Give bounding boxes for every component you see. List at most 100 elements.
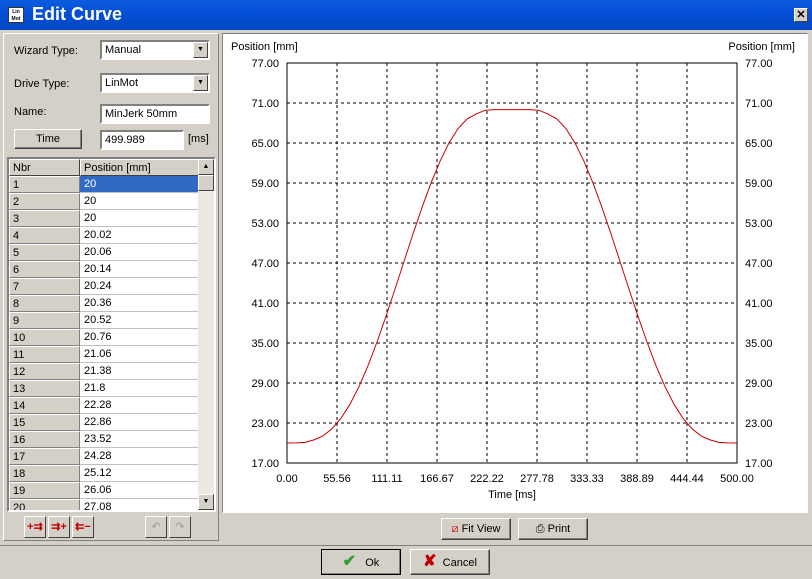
- y-tick-label-left: 71.00: [251, 98, 279, 110]
- position-cell[interactable]: 26.06: [80, 482, 201, 499]
- wizard-type-select[interactable]: Manual ▼: [100, 40, 210, 60]
- position-cell[interactable]: 21.8: [80, 380, 201, 397]
- position-cell[interactable]: 20: [80, 210, 201, 227]
- row-number-cell[interactable]: 1: [9, 176, 80, 193]
- name-input[interactable]: MinJerk 50mm: [100, 104, 210, 124]
- table-row[interactable]: 14 22.28: [9, 397, 201, 414]
- table-row[interactable]: 12 21.38: [9, 363, 201, 380]
- position-cell[interactable]: 20: [80, 176, 201, 193]
- table-row[interactable]: 10 20.76: [9, 329, 201, 346]
- row-number-cell[interactable]: 12: [9, 363, 80, 380]
- chevron-down-icon[interactable]: ▼: [193, 75, 208, 91]
- row-number-cell[interactable]: 13: [9, 380, 80, 397]
- x-tick-label: 55.56: [323, 473, 351, 485]
- table-row[interactable]: 16 23.52: [9, 431, 201, 448]
- row-number-cell[interactable]: 4: [9, 227, 80, 244]
- x-tick-label: 277.78: [520, 473, 554, 485]
- cancel-label: Cancel: [442, 557, 477, 569]
- row-number-cell[interactable]: 10: [9, 329, 80, 346]
- table-row[interactable]: 8 20.36: [9, 295, 201, 312]
- table-vertical-scrollbar[interactable]: ▲ ▼: [198, 159, 214, 510]
- x-tick-label: 444.44: [670, 473, 704, 485]
- row-number-cell[interactable]: 16: [9, 431, 80, 448]
- y-tick-labels-right: 17.00 23.00 29.00 35.00 41.00 47.00 53.00 59.00…: [745, 58, 773, 470]
- print-button[interactable]: ⎙ Print: [518, 518, 588, 540]
- table-row[interactable]: 3 20: [9, 210, 201, 227]
- drive-type-select[interactable]: LinMot ▼: [100, 73, 210, 93]
- table-row[interactable]: 7 20.24: [9, 278, 201, 295]
- position-cell[interactable]: 21.38: [80, 363, 201, 380]
- column-header-position[interactable]: Position [mm]: [80, 159, 201, 176]
- insert-row-before-icon[interactable]: +⇉: [24, 516, 46, 538]
- y-tick-label-right: 77.00: [745, 58, 773, 70]
- table-row[interactable]: 15 22.86: [9, 414, 201, 431]
- delete-row-icon[interactable]: ⇇−: [72, 516, 94, 538]
- y-axis-label-right: Position [mm]: [728, 41, 795, 53]
- row-number-cell[interactable]: 19: [9, 482, 80, 499]
- row-number-cell[interactable]: 17: [9, 448, 80, 465]
- position-cell[interactable]: 23.52: [80, 431, 201, 448]
- print-label: Print: [547, 523, 571, 535]
- position-cell[interactable]: 20: [80, 193, 201, 210]
- table-row[interactable]: 5 20.06: [9, 244, 201, 261]
- undo-icon[interactable]: ↶: [145, 516, 167, 538]
- row-number-cell[interactable]: 7: [9, 278, 80, 295]
- scroll-thumb[interactable]: [198, 175, 214, 191]
- y-tick-label-right: 59.00: [745, 178, 773, 190]
- cancel-button[interactable]: ✘ Cancel: [410, 549, 490, 575]
- row-number-cell[interactable]: 5: [9, 244, 80, 261]
- position-cell[interactable]: 22.86: [80, 414, 201, 431]
- table-row[interactable]: 17 24.28: [9, 448, 201, 465]
- redo-icon[interactable]: ↷: [169, 516, 191, 538]
- position-cell[interactable]: 20.14: [80, 261, 201, 278]
- fit-view-button[interactable]: ⧄ Fit View: [441, 518, 511, 540]
- position-cell[interactable]: 22.28: [80, 397, 201, 414]
- row-number-cell[interactable]: 18: [9, 465, 80, 482]
- time-button[interactable]: Time: [14, 129, 82, 149]
- row-number-cell[interactable]: 2: [9, 193, 80, 210]
- row-number-cell[interactable]: 20: [9, 499, 80, 510]
- chevron-down-icon[interactable]: ▼: [193, 42, 208, 58]
- table-row[interactable]: 18 25.12: [9, 465, 201, 482]
- row-number-cell[interactable]: 6: [9, 261, 80, 278]
- time-input[interactable]: 499.989: [100, 130, 184, 150]
- table-row[interactable]: 11 21.06: [9, 346, 201, 363]
- row-number-cell[interactable]: 8: [9, 295, 80, 312]
- position-cell[interactable]: 20.02: [80, 227, 201, 244]
- wizard-type-label: Wizard Type:: [14, 45, 78, 57]
- y-tick-label-left: 53.00: [251, 218, 279, 230]
- insert-row-after-icon[interactable]: ⇉+: [48, 516, 70, 538]
- y-tick-label-right: 23.00: [745, 418, 773, 430]
- scroll-down-icon[interactable]: ▼: [198, 494, 214, 510]
- position-cell[interactable]: 24.28: [80, 448, 201, 465]
- row-number-cell[interactable]: 14: [9, 397, 80, 414]
- table-row[interactable]: 6 20.14: [9, 261, 201, 278]
- position-cell[interactable]: 25.12: [80, 465, 201, 482]
- table-row[interactable]: 4 20.02: [9, 227, 201, 244]
- y-tick-label-left: 29.00: [251, 378, 279, 390]
- table-row[interactable]: 19 26.06: [9, 482, 201, 499]
- row-number-cell[interactable]: 15: [9, 414, 80, 431]
- close-button[interactable]: ✕: [794, 8, 808, 22]
- position-cell[interactable]: 20.36: [80, 295, 201, 312]
- position-cell[interactable]: 20.52: [80, 312, 201, 329]
- row-number-cell[interactable]: 3: [9, 210, 80, 227]
- table-row[interactable]: 2 20: [9, 193, 201, 210]
- position-table[interactable]: Nbr Position [mm] 1 20 2 20 3 20 4 20.02 5 20.06 6…: [7, 157, 216, 512]
- table-row[interactable]: 13 21.8: [9, 380, 201, 397]
- name-label: Name:: [14, 106, 47, 118]
- table-row[interactable]: 1 20: [9, 176, 201, 193]
- position-cell[interactable]: 20.06: [80, 244, 201, 261]
- row-number-cell[interactable]: 11: [9, 346, 80, 363]
- row-number-cell[interactable]: 9: [9, 312, 80, 329]
- column-header-nbr[interactable]: Nbr: [9, 159, 80, 176]
- table-row[interactable]: 9 20.52: [9, 312, 201, 329]
- y-tick-label-left: 47.00: [251, 258, 279, 270]
- scroll-up-icon[interactable]: ▲: [198, 159, 214, 175]
- table-row[interactable]: 20 27.08: [9, 499, 201, 510]
- ok-button[interactable]: ✔ Ok: [321, 549, 401, 575]
- position-cell[interactable]: 20.76: [80, 329, 201, 346]
- position-cell[interactable]: 21.06: [80, 346, 201, 363]
- position-cell[interactable]: 20.24: [80, 278, 201, 295]
- position-cell[interactable]: 27.08: [80, 499, 201, 510]
